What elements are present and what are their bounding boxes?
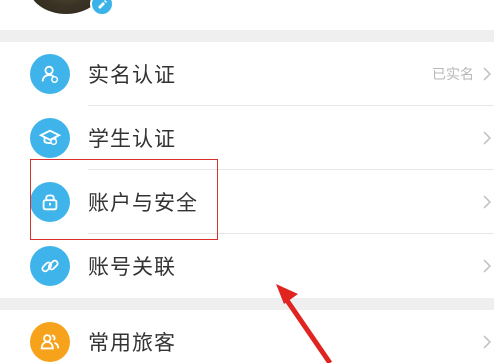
passengers-icon [30, 322, 70, 362]
row-label: 账号关联 [88, 255, 176, 279]
link-icon [30, 246, 70, 286]
settings-group-2: 常用旅客 [0, 310, 494, 363]
chevron-right-icon [480, 195, 494, 209]
chevron-right-icon [480, 131, 494, 145]
status-text: 已实名 [432, 67, 474, 83]
highlight-box [30, 159, 218, 240]
chevron-right-icon [480, 335, 494, 349]
chevron-right-icon [480, 67, 494, 81]
chevron-right-icon [480, 259, 494, 273]
section-gap [0, 298, 494, 310]
row-frequent-passengers[interactable]: 常用旅客 [0, 310, 494, 363]
user-id-icon [30, 54, 70, 94]
section-gap [0, 30, 494, 42]
row-real-name-verification[interactable]: 实名认证 已实名 [0, 42, 494, 106]
row-label: 常用旅客 [88, 331, 176, 355]
row-label: 实名认证 [88, 63, 176, 87]
graduation-cap-icon [30, 118, 70, 158]
row-account-linking[interactable]: 账号关联 [0, 234, 494, 298]
row-label: 学生认证 [88, 127, 176, 151]
profile-header [0, 0, 494, 30]
edit-icon[interactable] [90, 0, 114, 16]
